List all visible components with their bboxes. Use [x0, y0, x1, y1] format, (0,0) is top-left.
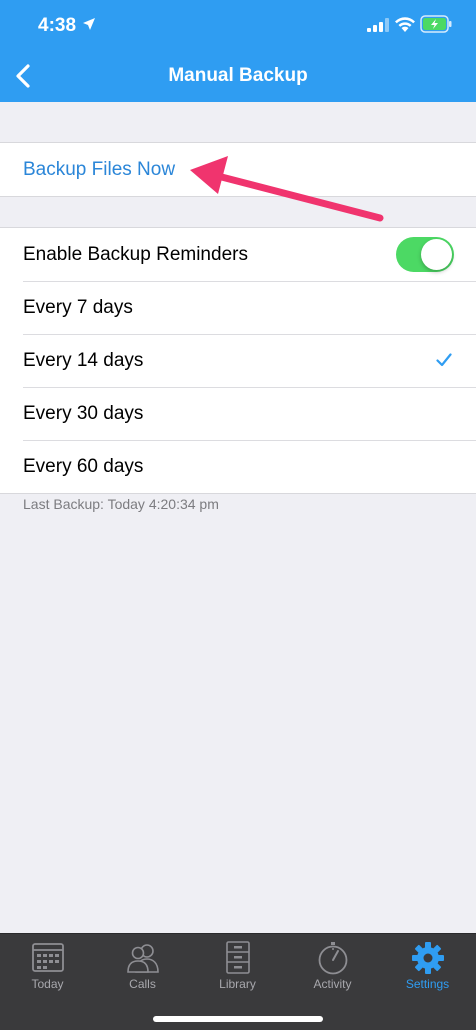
tab-bar: Today Calls Library Activity Settings: [0, 933, 476, 1030]
wifi-icon: [395, 17, 415, 32]
reminder-option-label: Every 14 days: [23, 349, 144, 371]
page-title: Manual Backup: [168, 65, 308, 86]
people-icon: [127, 944, 159, 973]
header: 4:38 Manual Backup: [0, 0, 476, 102]
navigation-bar: Manual Backup: [0, 50, 476, 102]
annotation-arrow: [190, 156, 384, 222]
calendar-icon: [32, 943, 64, 972]
tab-settings[interactable]: Settings: [380, 934, 475, 1004]
tab-activity[interactable]: Activity: [285, 934, 380, 1004]
tab-today[interactable]: Today: [0, 934, 95, 1004]
tab-library[interactable]: Library: [190, 934, 285, 1004]
tab-label: Library: [219, 977, 256, 991]
reminders-group: Enable Backup Reminders Every 7 days Eve…: [0, 227, 476, 494]
location-arrow-icon: [83, 18, 95, 30]
reminder-option-label: Every 7 days: [23, 296, 133, 318]
reminder-option-row[interactable]: Every 14 days: [0, 334, 476, 387]
file-cabinet-icon: [226, 941, 250, 974]
status-bar: 4:38: [0, 0, 476, 50]
tab-label: Calls: [129, 977, 156, 991]
gear-icon: [412, 942, 444, 974]
stopwatch-icon: [318, 942, 348, 975]
battery-charging-icon: [420, 15, 452, 33]
reminder-option-row[interactable]: Every 60 days: [0, 440, 476, 493]
reminder-option-row[interactable]: Every 30 days: [0, 387, 476, 440]
reminder-option-row[interactable]: Every 7 days: [0, 281, 476, 334]
tab-calls[interactable]: Calls: [95, 934, 190, 1004]
status-time: 4:38: [38, 15, 77, 36]
checkmark-icon: [436, 353, 452, 367]
reminder-option-label: Every 30 days: [23, 402, 144, 424]
tab-label: Settings: [405, 977, 450, 991]
tab-label: Activity: [313, 977, 352, 991]
reminder-option-label: Every 60 days: [23, 455, 144, 477]
signal-icon: [367, 18, 389, 32]
toggle-knob: [421, 239, 452, 270]
enable-reminders-label: Enable Backup Reminders: [23, 243, 248, 265]
enable-reminders-toggle[interactable]: [396, 237, 454, 272]
tab-label: Today: [31, 977, 64, 991]
last-backup-text: Last Backup: Today 4:20:34 pm: [23, 496, 219, 512]
home-indicator: [153, 1016, 323, 1022]
enable-reminders-row: Enable Backup Reminders: [0, 228, 476, 281]
